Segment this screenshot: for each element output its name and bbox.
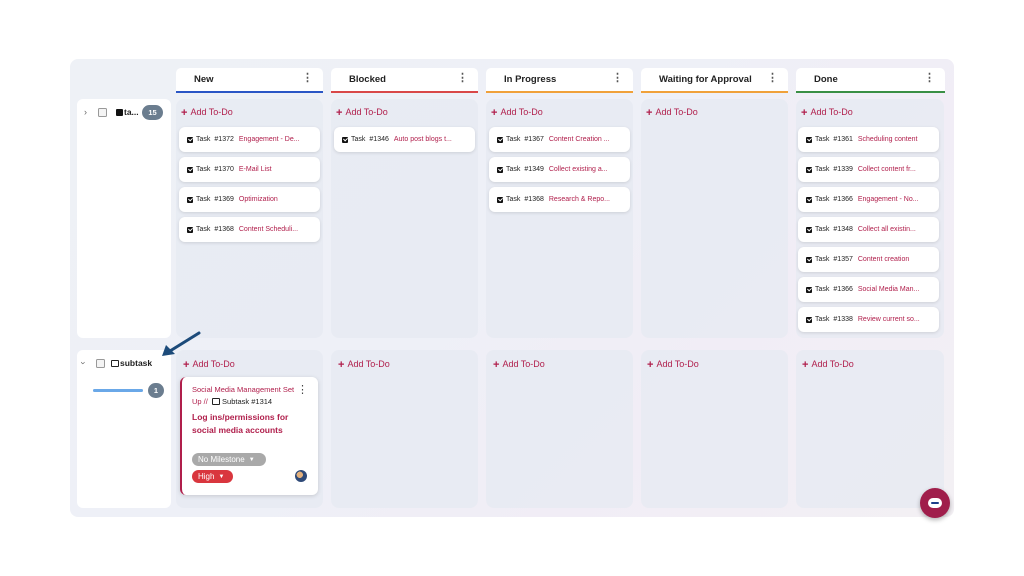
task-card[interactable]: Task #1361 Scheduling content bbox=[798, 127, 939, 152]
column-title: New bbox=[194, 74, 214, 85]
column-accent-bar bbox=[176, 90, 323, 93]
add-todo-button[interactable]: + Add To-Do bbox=[338, 359, 390, 371]
task-card[interactable]: Task #1368 Content Scheduli... bbox=[179, 217, 320, 242]
add-todo-button[interactable]: + Add To-Do bbox=[646, 107, 698, 119]
checkbox-icon bbox=[497, 166, 503, 173]
subtask-title[interactable]: Log ins/permissions for social media acc… bbox=[192, 411, 288, 437]
lane-blocked bbox=[331, 350, 478, 508]
add-todo-button[interactable]: + Add To-Do bbox=[491, 107, 543, 119]
task-card[interactable]: Task #1338 Review current so... bbox=[798, 307, 939, 332]
checkbox-icon bbox=[806, 256, 812, 263]
add-todo-button[interactable]: + Add To-Do bbox=[336, 107, 388, 119]
checkbox-icon[interactable] bbox=[98, 108, 107, 117]
lane-waiting-for-approval bbox=[641, 350, 788, 508]
add-todo-button[interactable]: + Add To-Do bbox=[647, 359, 699, 371]
more-vertical-icon[interactable]: ⋮ bbox=[767, 73, 778, 84]
checkbox-icon bbox=[187, 226, 193, 233]
lane-done bbox=[796, 350, 944, 508]
column-header-new[interactable]: New ⋮ bbox=[176, 68, 323, 93]
task-card[interactable]: Task #1368 Research & Repo... bbox=[489, 187, 630, 212]
subtask-type-icon bbox=[111, 360, 119, 367]
checkbox-icon bbox=[806, 196, 812, 203]
column-title: Blocked bbox=[349, 74, 386, 85]
row-label: subtask bbox=[111, 358, 152, 368]
task-card[interactable]: Task #1366 Social Media Man... bbox=[798, 277, 939, 302]
more-vertical-icon[interactable]: ⋮ bbox=[457, 73, 468, 84]
column-title: Done bbox=[814, 74, 838, 85]
checkbox-icon[interactable] bbox=[96, 359, 105, 368]
caret-down-icon: ▼ bbox=[248, 457, 255, 463]
add-todo-button[interactable]: + Add To-Do bbox=[493, 359, 545, 371]
task-card[interactable]: Task #1346 Auto post blogs t... bbox=[334, 127, 475, 152]
task-card[interactable]: Task #1370 E-Mail List bbox=[179, 157, 320, 182]
task-card[interactable]: Task #1339 Collect content fr... bbox=[798, 157, 939, 182]
column-accent-bar bbox=[486, 90, 633, 93]
row-header-subtask[interactable] bbox=[77, 350, 171, 508]
more-vertical-icon[interactable]: ⋮ bbox=[297, 383, 308, 396]
task-card[interactable]: Task #1369 Optimization bbox=[179, 187, 320, 212]
checkbox-icon bbox=[806, 226, 812, 233]
column-title: In Progress bbox=[504, 74, 557, 85]
subtask-card[interactable]: Social Media Management Set Up // Subtas… bbox=[180, 377, 318, 495]
row-header-tasks[interactable] bbox=[77, 99, 171, 338]
add-todo-button[interactable]: + Add To-Do bbox=[183, 359, 235, 371]
checkbox-icon bbox=[497, 136, 503, 143]
column-accent-bar bbox=[796, 90, 945, 93]
add-todo-button[interactable]: + Add To-Do bbox=[181, 107, 233, 119]
progress-bar bbox=[93, 389, 143, 392]
checkbox-icon bbox=[187, 136, 193, 143]
task-card[interactable]: Task #1348 Collect all existin... bbox=[798, 217, 939, 242]
milestone-dropdown[interactable]: No Milestone ▼ bbox=[192, 453, 266, 466]
column-accent-bar bbox=[331, 90, 478, 93]
column-accent-bar bbox=[641, 90, 788, 93]
chat-fab-button[interactable] bbox=[920, 488, 950, 518]
checkbox-icon bbox=[806, 136, 812, 143]
task-card[interactable]: Task #1372 Engagement - De... bbox=[179, 127, 320, 152]
task-card[interactable]: Task #1349 Collect existing a... bbox=[489, 157, 630, 182]
column-header-done[interactable]: Done ⋮ bbox=[796, 68, 945, 93]
task-card[interactable]: Task #1367 Content Creation ... bbox=[489, 127, 630, 152]
add-todo-button[interactable]: + Add To-Do bbox=[802, 359, 854, 371]
checkbox-icon bbox=[806, 316, 812, 323]
checkbox-icon bbox=[187, 166, 193, 173]
checkbox-icon bbox=[806, 166, 812, 173]
priority-dropdown[interactable]: High ▼ bbox=[192, 470, 233, 483]
row-count-badge: 1 bbox=[148, 383, 164, 398]
column-header-blocked[interactable]: Blocked ⋮ bbox=[331, 68, 478, 93]
checkbox-icon bbox=[187, 196, 193, 203]
column-title: Waiting for Approval bbox=[659, 74, 752, 85]
caret-down-icon: ▼ bbox=[218, 474, 225, 480]
task-type-icon bbox=[116, 109, 123, 116]
avatar[interactable] bbox=[295, 470, 307, 482]
row-label: ta... bbox=[116, 107, 139, 117]
chevron-right-icon[interactable]: › bbox=[84, 107, 87, 117]
lane-waiting-for-approval bbox=[641, 99, 788, 338]
row-count-badge: 15 bbox=[142, 105, 163, 120]
parent-task-link[interactable]: Social Media Management Set Up // Subtas… bbox=[192, 384, 294, 408]
column-header-in-progress[interactable]: In Progress ⋮ bbox=[486, 68, 633, 93]
progress-fill bbox=[93, 389, 143, 392]
task-card[interactable]: Task #1357 Content creation bbox=[798, 247, 939, 272]
more-vertical-icon[interactable]: ⋮ bbox=[302, 73, 313, 84]
checkbox-icon bbox=[342, 136, 348, 143]
column-header-waiting-for-approval[interactable]: Waiting for Approval ⋮ bbox=[641, 68, 788, 93]
chat-icon bbox=[928, 498, 942, 508]
more-vertical-icon[interactable]: ⋮ bbox=[924, 73, 935, 84]
lane-in-progress bbox=[486, 350, 633, 508]
chevron-down-icon[interactable]: › bbox=[79, 362, 89, 365]
task-card[interactable]: Task #1366 Engagement - No... bbox=[798, 187, 939, 212]
checkbox-icon bbox=[497, 196, 503, 203]
subtask-type-icon bbox=[211, 398, 220, 405]
more-vertical-icon[interactable]: ⋮ bbox=[612, 73, 623, 84]
checkbox-icon bbox=[806, 286, 812, 293]
add-todo-button[interactable]: + Add To-Do bbox=[801, 107, 853, 119]
